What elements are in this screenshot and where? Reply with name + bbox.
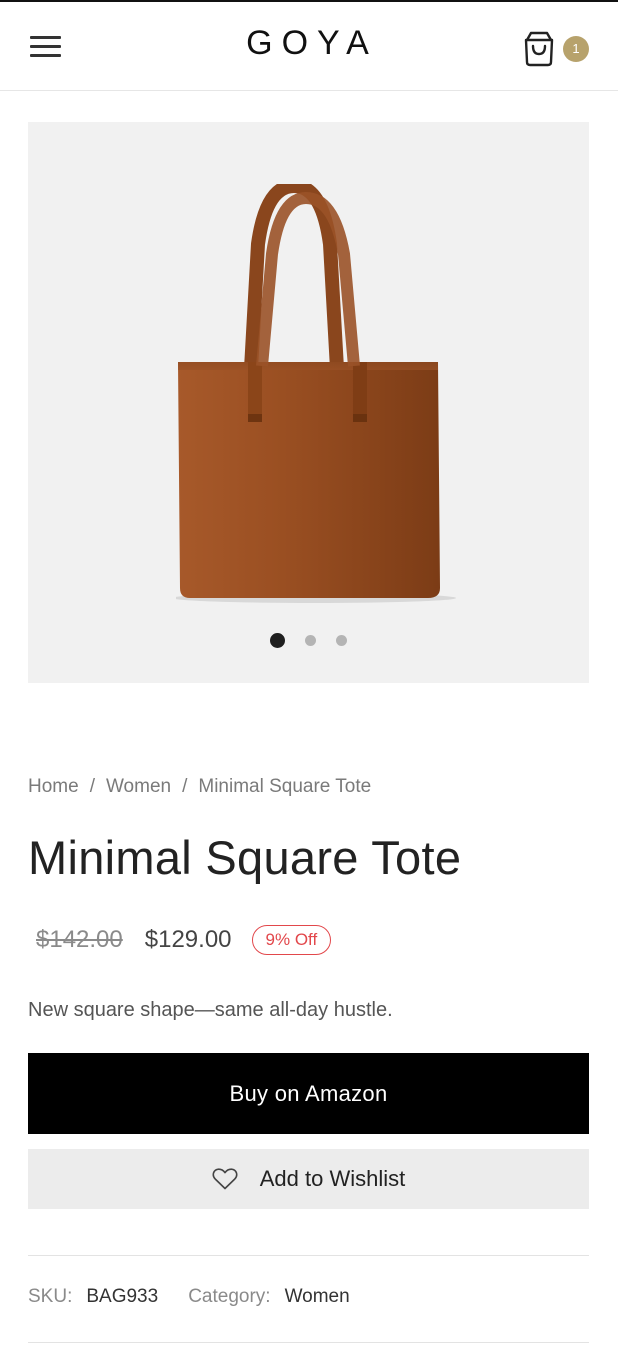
divider xyxy=(28,1255,589,1256)
discount-badge: 9% Off xyxy=(251,925,332,955)
buy-on-amazon-button[interactable]: Buy on Amazon xyxy=(28,1053,589,1134)
breadcrumb-current: Minimal Square Tote xyxy=(198,776,372,797)
gallery-dot-2[interactable] xyxy=(305,635,316,646)
breadcrumb-home[interactable]: Home xyxy=(28,776,79,797)
cart-count-badge[interactable]: 1 xyxy=(563,36,589,62)
gallery-pagination xyxy=(28,633,589,648)
price-row: $142.00 $129.00 9% Off xyxy=(36,920,332,960)
sku-label: SKU: xyxy=(28,1286,73,1307)
sku-value: BAG933 xyxy=(86,1286,159,1307)
divider xyxy=(28,1342,589,1343)
category-label: Category: xyxy=(188,1286,271,1307)
gallery-dot-1[interactable] xyxy=(270,633,285,648)
breadcrumb-women[interactable]: Women xyxy=(106,776,171,797)
breadcrumb-separator: / xyxy=(89,776,95,797)
product-gallery[interactable] xyxy=(28,122,589,683)
product-image xyxy=(172,179,456,609)
breadcrumb: Home / Women / Minimal Square Tote xyxy=(28,776,371,798)
sale-price: $129.00 xyxy=(144,926,232,953)
category-link[interactable]: Women xyxy=(285,1286,350,1307)
gallery-dot-3[interactable] xyxy=(336,635,347,646)
product-title: Minimal Square Tote xyxy=(28,831,462,884)
site-header: GOYA 1 xyxy=(0,2,618,91)
heart-icon xyxy=(212,1168,238,1190)
product-meta: SKU: BAG933 Category: Women xyxy=(28,1286,350,1308)
add-to-wishlist-button[interactable]: Add to Wishlist xyxy=(28,1149,589,1209)
shopping-bag-icon[interactable] xyxy=(522,31,556,67)
wishlist-label: Add to Wishlist xyxy=(259,1166,406,1191)
breadcrumb-separator: / xyxy=(182,776,188,797)
product-description: New square shape—same all-day hustle. xyxy=(28,999,393,1021)
original-price: $142.00 xyxy=(36,926,123,953)
